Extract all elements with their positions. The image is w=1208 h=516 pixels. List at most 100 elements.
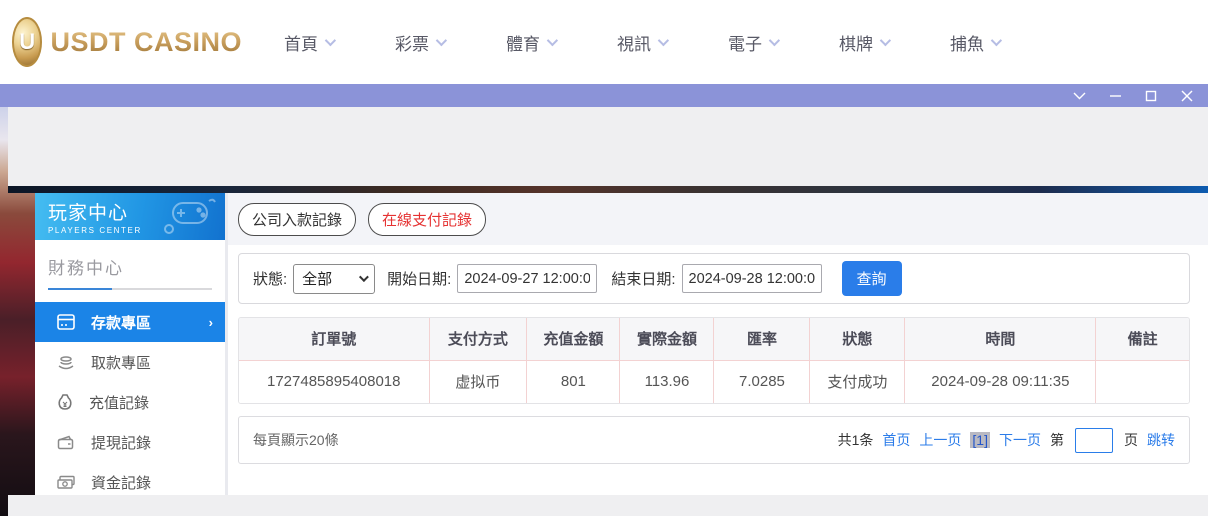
total-count-text: 共1条 xyxy=(838,430,874,450)
empty-panel xyxy=(8,107,1208,186)
col-order-no: 訂單號 xyxy=(239,318,429,360)
nav-item-lottery[interactable]: 彩票 xyxy=(395,30,444,55)
chevron-down-icon xyxy=(436,35,447,46)
sidebar-item-label: 資金記錄 xyxy=(91,472,151,493)
chevron-down-icon xyxy=(769,35,780,46)
players-center-header: 玩家中心 PLAYERS CENTER xyxy=(35,193,225,240)
sidebar: 玩家中心 PLAYERS CENTER 財務中心 xyxy=(35,193,225,495)
chevron-down-icon xyxy=(658,35,669,46)
sidebar-item-label: 充值記錄 xyxy=(89,392,149,413)
col-recharge-amount: 充值金額 xyxy=(527,318,620,360)
nav-item-sports[interactable]: 體育 xyxy=(506,30,555,55)
collapse-icon[interactable] xyxy=(1072,89,1086,103)
nav-label: 視訊 xyxy=(617,30,651,55)
cell-status: 支付成功 xyxy=(810,360,905,403)
sidebar-item-recharge-record[interactable]: 充值記錄 xyxy=(35,382,225,422)
section-divider xyxy=(48,288,212,290)
first-page-link[interactable]: 首页 xyxy=(882,430,910,450)
pagination-bar: 每頁顯示20條 共1条 首页 上一页 [1] 下一页 第 页 跳转 xyxy=(238,416,1190,464)
nav-label: 電子 xyxy=(728,30,762,55)
pager: 共1条 首页 上一页 [1] 下一页 第 页 跳转 xyxy=(838,428,1175,453)
page-size-text: 每頁顯示20條 xyxy=(253,430,339,450)
jump-suffix-label: 页 xyxy=(1124,430,1138,450)
nav-label: 首頁 xyxy=(284,30,318,55)
money-bag-icon xyxy=(57,394,73,411)
deposit-card-icon xyxy=(57,314,75,330)
jump-prefix-label: 第 xyxy=(1050,430,1064,450)
nav-label: 棋牌 xyxy=(839,30,873,55)
nav-label: 捕魚 xyxy=(950,30,984,55)
status-select[interactable]: 全部 xyxy=(293,264,375,294)
col-remark: 備註 xyxy=(1096,318,1189,360)
col-status: 狀態 xyxy=(810,318,905,360)
chevron-right-icon: › xyxy=(209,315,213,330)
app-window: U USDT CASINO 首頁 彩票 體育 視訊 電子 xyxy=(0,0,1208,516)
end-date-input[interactable] xyxy=(682,264,822,293)
cell-time: 2024-09-28 09:11:35 xyxy=(905,360,1096,403)
close-icon[interactable] xyxy=(1180,89,1194,103)
col-pay-method: 支付方式 xyxy=(429,318,527,360)
logo-coin-icon: U xyxy=(12,17,42,67)
prev-page-link[interactable]: 上一页 xyxy=(919,430,961,450)
minimize-icon[interactable] xyxy=(1108,89,1122,103)
chevron-down-icon xyxy=(359,272,369,282)
site-header: U USDT CASINO 首頁 彩票 體育 視訊 電子 xyxy=(0,0,1208,84)
nav-item-home[interactable]: 首頁 xyxy=(284,30,333,55)
col-rate: 匯率 xyxy=(714,318,810,360)
chevron-down-icon xyxy=(991,35,1002,46)
tab-online-payment-record[interactable]: 在線支付記錄 xyxy=(368,203,486,236)
nav-item-fishing[interactable]: 捕魚 xyxy=(950,30,999,55)
banknote-icon xyxy=(57,475,75,490)
query-button[interactable]: 查詢 xyxy=(842,261,902,296)
cell-recharge-amount: 801 xyxy=(527,360,620,403)
cell-remark xyxy=(1096,360,1189,403)
logo-letter: U xyxy=(19,29,35,55)
cell-rate: 7.0285 xyxy=(714,360,810,403)
start-date-input[interactable] xyxy=(457,264,597,293)
nav-label: 彩票 xyxy=(395,30,429,55)
sidebar-item-withdrawal-record[interactable]: 提現記錄 xyxy=(35,422,225,462)
current-page-indicator: [1] xyxy=(970,432,990,448)
sidebar-item-label: 取款專區 xyxy=(91,352,151,373)
col-time: 時間 xyxy=(905,318,1096,360)
start-date-label: 開始日期: xyxy=(387,268,451,289)
gamepad-icon xyxy=(159,197,217,237)
window-titlebar xyxy=(0,84,1208,107)
sidebar-item-label: 提現記錄 xyxy=(91,432,151,453)
status-select-value: 全部 xyxy=(302,268,332,289)
cell-pay-method: 虚拟币 xyxy=(429,360,527,403)
nav-item-slots[interactable]: 電子 xyxy=(728,30,777,55)
main-content: 公司入款記錄 在線支付記錄 狀態: 全部 開始日期: 結束日期: 查詢 xyxy=(225,193,1208,495)
maximize-icon[interactable] xyxy=(1144,89,1158,103)
finance-section-label: 財務中心 xyxy=(48,254,212,279)
chevron-down-icon xyxy=(547,35,558,46)
logo-text: USDT CASINO xyxy=(50,27,242,58)
hand-coins-icon xyxy=(57,354,75,370)
nav-item-live[interactable]: 視訊 xyxy=(617,30,666,55)
jump-page-input[interactable] xyxy=(1075,428,1113,453)
col-actual-amount: 實際金額 xyxy=(620,318,714,360)
sidebar-item-label: 存款專區 xyxy=(91,312,151,333)
bottom-gray-strip xyxy=(8,495,1208,516)
sidebar-item-deposit[interactable]: 存款專區 › xyxy=(35,302,225,342)
main-nav: 首頁 彩票 體育 視訊 電子 棋牌 xyxy=(284,30,999,55)
record-tabs: 公司入款記錄 在線支付記錄 xyxy=(228,193,1208,245)
table-row: 1727485895408018 虚拟币 801 113.96 7.0285 支… xyxy=(239,360,1189,403)
next-page-link[interactable]: 下一页 xyxy=(999,430,1041,450)
table-header-row: 訂單號 支付方式 充值金額 實際金額 匯率 狀態 時間 備註 xyxy=(239,318,1189,360)
finance-section: 財務中心 xyxy=(35,240,225,290)
chevron-down-icon xyxy=(325,35,336,46)
records-table: 訂單號 支付方式 充值金額 實際金額 匯率 狀態 時間 備註 172748589 xyxy=(238,317,1190,404)
site-logo[interactable]: U USDT CASINO xyxy=(12,17,242,67)
cell-order-no: 1727485895408018 xyxy=(239,360,429,403)
cell-actual-amount: 113.96 xyxy=(620,360,714,403)
sidebar-menu: 存款專區 › 取款專區 充值記錄 xyxy=(35,302,225,502)
jump-link[interactable]: 跳转 xyxy=(1147,430,1175,450)
filter-bar: 狀態: 全部 開始日期: 結束日期: 查詢 xyxy=(238,253,1190,304)
sidebar-item-withdraw[interactable]: 取款專區 xyxy=(35,342,225,382)
divider-strip xyxy=(8,186,1208,193)
chevron-down-icon xyxy=(880,35,891,46)
tab-company-deposit-record[interactable]: 公司入款記錄 xyxy=(238,203,356,236)
status-label: 狀態: xyxy=(253,268,287,289)
nav-item-cards[interactable]: 棋牌 xyxy=(839,30,888,55)
